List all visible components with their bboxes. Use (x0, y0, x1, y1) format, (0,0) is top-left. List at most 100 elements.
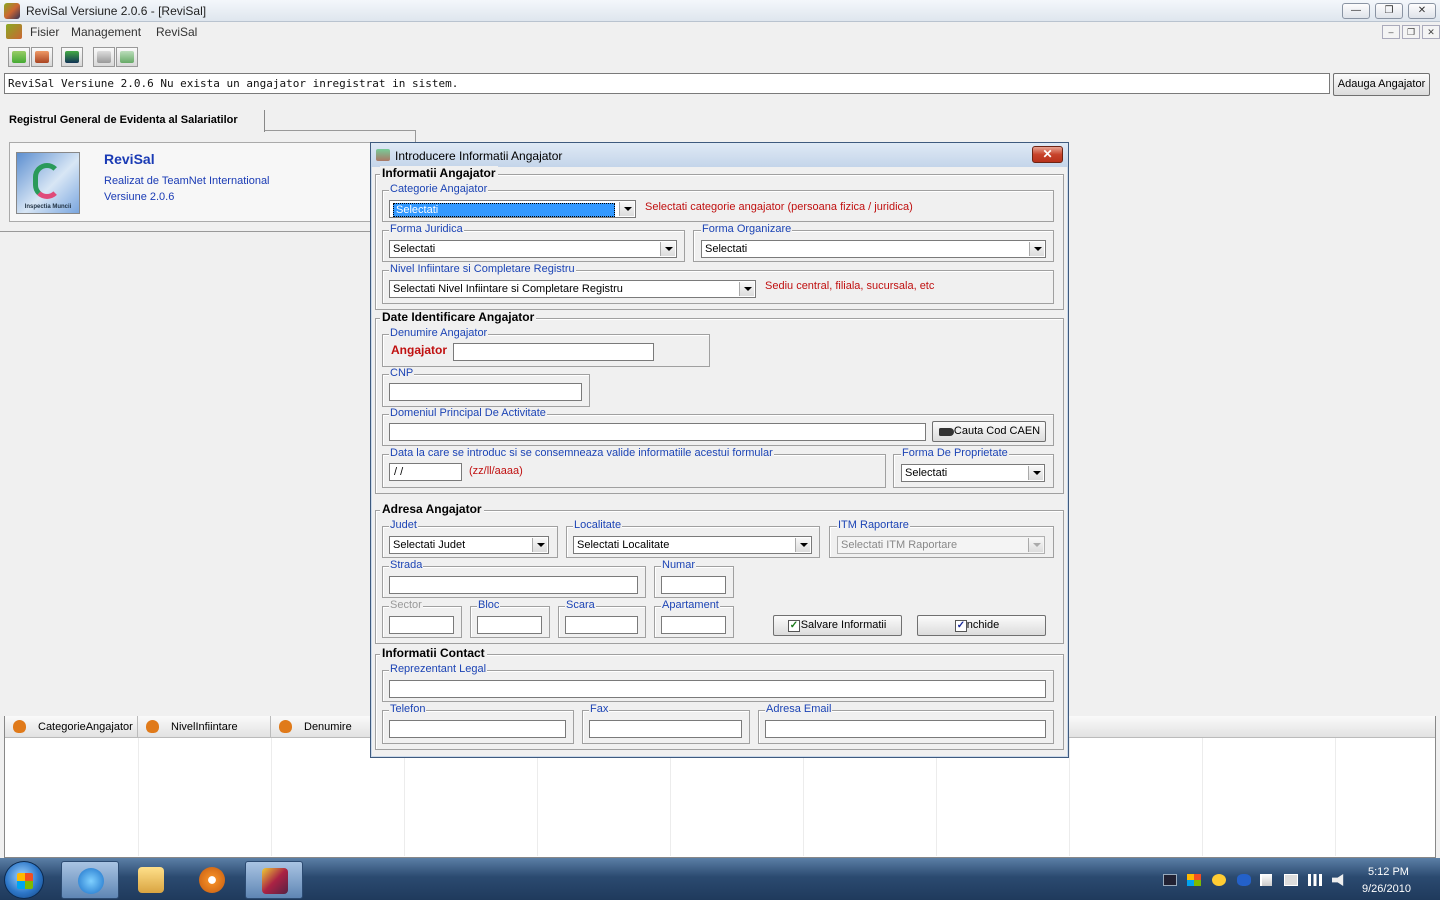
network-signal-icon[interactable] (1308, 874, 1322, 886)
denumire-input[interactable] (453, 343, 654, 361)
window-title: ReviSal Versiune 2.0.6 - [ReviSal] (26, 4, 207, 18)
apartament-input[interactable] (661, 616, 726, 634)
numar-input[interactable] (661, 576, 726, 594)
label-numar: Numar (661, 559, 697, 571)
itm-select[interactable]: Selectati ITM Raportare (837, 536, 1045, 554)
label-data: Data la care se introduc si se consemnea… (389, 447, 774, 459)
strada-input[interactable] (389, 576, 638, 594)
power-icon[interactable] (1284, 874, 1298, 886)
label-bloc: Bloc (477, 599, 501, 611)
forma-organizare-select[interactable]: Selectati (701, 240, 1046, 258)
column-header-filler (1069, 716, 1435, 738)
product-author: Realizat de TeamNet International (104, 175, 270, 187)
windows-update-icon[interactable] (1187, 874, 1201, 886)
app-title-bar: ReviSal Versiune 2.0.6 - [ReviSal] — ❐ ✕ (0, 0, 1440, 22)
label-forma-organizare: Forma Organizare (701, 223, 793, 235)
bluetooth-icon[interactable] (1237, 874, 1251, 886)
forma-juridica-select[interactable]: Selectati (389, 240, 677, 258)
monitor-icon[interactable] (1163, 874, 1177, 886)
menu-revisal[interactable]: ReviSal (156, 25, 197, 39)
tab-registru[interactable]: Registrul General de Evidenta al Salaria… (3, 110, 265, 132)
clock-date[interactable]: 9/26/2010 (1362, 883, 1411, 895)
reprezentant-input[interactable] (389, 680, 1046, 698)
column-header-categorie[interactable]: CategorieAngajator (5, 716, 138, 738)
label-forma-proprietate: Forma De Proprietate (901, 447, 1009, 459)
section-title-informatii: Informatii Angajator (380, 166, 498, 180)
taskbar-explorer[interactable] (122, 861, 180, 899)
fax-input[interactable] (589, 720, 742, 738)
section-title-contact: Informatii Contact (380, 646, 487, 660)
column-header-nivel[interactable]: NivelInfiintare (138, 716, 271, 738)
product-version: Versiune 2.0.6 (104, 191, 175, 203)
column-header-denumire[interactable]: Denumire (271, 716, 371, 738)
dialog-title: Introducere Informatii Angajator (395, 149, 563, 163)
mdi-close-button[interactable]: ✕ (1422, 25, 1440, 39)
toolbar-button-document[interactable] (93, 47, 115, 67)
taskbar-revisal[interactable] (245, 861, 303, 899)
judet-select[interactable]: Selectati Judet (389, 536, 549, 554)
menu-fisier[interactable]: Fisier (30, 25, 59, 39)
bloc-input[interactable] (477, 616, 542, 634)
close-button[interactable]: ✕ (1408, 3, 1436, 19)
data-input[interactable]: / / (389, 463, 462, 481)
document-icon (97, 51, 111, 63)
revisal-taskbar-icon (262, 868, 288, 894)
start-button[interactable] (4, 861, 44, 899)
label-angajator: Angajator (391, 343, 448, 357)
email-input[interactable] (765, 720, 1046, 738)
clock-time[interactable]: 5:12 PM (1368, 866, 1409, 878)
taskbar-internet-explorer[interactable] (61, 861, 119, 899)
mdi-child-icon[interactable] (6, 24, 22, 39)
dialog-close-button[interactable]: ✕ (1032, 146, 1063, 163)
column-icon (13, 720, 26, 733)
grid-column-line (1069, 738, 1070, 856)
label-localitate: Localitate (573, 519, 623, 531)
toolbar-button-refresh[interactable] (31, 47, 53, 67)
toolbar-button-report[interactable] (116, 47, 138, 67)
label-telefon: Telefon (389, 703, 427, 715)
dialog-title-bar[interactable]: Introducere Informatii Angajator (371, 143, 1068, 167)
chevron-down-icon (795, 538, 810, 552)
telefon-input[interactable] (389, 720, 566, 738)
mdi-restore-button[interactable]: ❐ (1402, 25, 1420, 39)
chevron-down-icon (660, 242, 675, 256)
tab-divider (265, 130, 415, 131)
label-itm: ITM Raportare (837, 519, 910, 531)
revisal-app-icon (4, 3, 20, 19)
grid-column-line (1202, 738, 1203, 856)
scara-input[interactable] (565, 616, 638, 634)
label-strada: Strada (389, 559, 424, 571)
inchide-button[interactable]: ✓ Inchide (917, 615, 1046, 636)
save-button[interactable]: ✓ Salvare Informatii (773, 615, 902, 636)
restore-button[interactable]: ❐ (1375, 3, 1403, 19)
label-cnp: CNP (389, 367, 415, 379)
sector-input[interactable] (389, 616, 454, 634)
section-title-adresa: Adresa Angajator (380, 502, 484, 516)
minimize-button[interactable]: — (1342, 3, 1370, 19)
add-employer-button[interactable]: Adauga Angajator (1333, 73, 1430, 96)
messenger-icon[interactable] (1212, 874, 1226, 886)
dialog-icon (376, 149, 390, 161)
checkmark-icon: ✓ (788, 620, 800, 632)
toolbar-button-new[interactable] (8, 47, 30, 67)
column-icon (146, 720, 159, 733)
chevron-down-icon (532, 538, 547, 552)
forma-proprietate-select[interactable]: Selectati (901, 464, 1045, 482)
grid-column-line (1335, 738, 1336, 856)
mdi-minimize-button[interactable]: – (1382, 25, 1400, 39)
column-icon (279, 720, 292, 733)
taskbar-media-player[interactable] (183, 861, 241, 899)
domeniu-input[interactable] (389, 423, 926, 441)
categorie-select[interactable]: Selectati (389, 200, 636, 218)
action-center-flag-icon[interactable] (1260, 874, 1272, 886)
grid-column-line (271, 738, 272, 856)
cauta-cod-caen-button[interactable]: Cauta Cod CAEN (932, 421, 1046, 442)
toolbar-button-export[interactable] (61, 47, 83, 67)
chevron-down-icon (619, 202, 634, 216)
menu-management[interactable]: Management (71, 25, 141, 39)
inspectia-muncii-logo: Inspectia Muncii (16, 152, 80, 214)
localitate-select[interactable]: Selectati Localitate (573, 536, 812, 554)
windows-logo-icon (17, 873, 33, 889)
nivel-select[interactable]: Selectati Nivel Infiintare si Completare… (389, 280, 756, 298)
cnp-input[interactable] (389, 383, 582, 401)
